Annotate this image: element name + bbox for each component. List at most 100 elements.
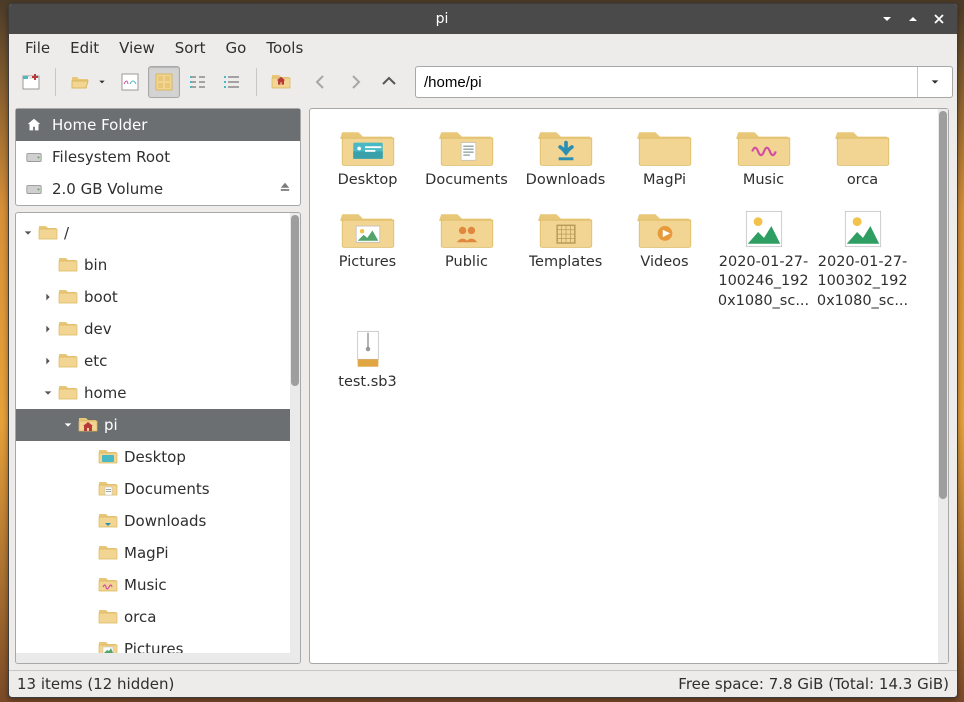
view-icons-button[interactable] (148, 66, 180, 98)
window-minimize-button[interactable] (875, 7, 899, 31)
file-item[interactable]: 2020-01-27-100246_1920x1080_sc... (714, 199, 813, 319)
tree-item-music[interactable]: Music (16, 569, 290, 601)
expander-open-icon[interactable] (58, 416, 78, 434)
status-items: 13 items (12 hidden) (17, 675, 678, 693)
scrollbar-thumb[interactable] (291, 215, 299, 386)
downloads-icon (98, 511, 118, 531)
file-item[interactable]: Public (417, 199, 516, 319)
view-compact-button[interactable] (182, 66, 214, 98)
tree-item-home[interactable]: home (16, 377, 290, 409)
nav-back-button[interactable] (305, 66, 337, 98)
folder-icon (38, 223, 58, 243)
tree-item-etc[interactable]: etc (16, 345, 290, 377)
tree-item-magpi[interactable]: MagPi (16, 537, 290, 569)
open-folder-button[interactable] (64, 66, 96, 98)
file-item-label: 2020-01-27-100246_1920x1080_sc... (716, 253, 811, 311)
directory-tree: / bin boot dev etc home pi Desktop Documents Down… (15, 212, 301, 664)
view-thumbnails-button[interactable] (114, 66, 146, 98)
tree-hscrollbar[interactable] (16, 653, 290, 663)
folder-icon (98, 543, 118, 563)
tree-item-label: Downloads (124, 512, 206, 530)
file-item[interactable]: Downloads (516, 117, 615, 199)
folder-view-body[interactable]: DesktopDocuments Downloads MagPi Music orca P… (314, 113, 938, 659)
tree-item-pi[interactable]: pi (16, 409, 290, 441)
menu-view[interactable]: View (109, 35, 165, 61)
scrollbar-thumb[interactable] (939, 111, 947, 499)
folder-icon (834, 123, 892, 171)
expander-closed-icon[interactable] (38, 288, 58, 306)
file-item[interactable]: Videos (615, 199, 714, 319)
folder-icon (58, 383, 78, 403)
menu-file[interactable]: File (15, 35, 60, 61)
menu-tools[interactable]: Tools (256, 35, 313, 61)
tree-item-bin[interactable]: bin (16, 249, 290, 281)
file-item[interactable]: test.sb3 (318, 319, 417, 401)
tree-item-desktop[interactable]: Desktop (16, 441, 290, 473)
content-vscrollbar[interactable] (938, 109, 948, 663)
image-icon (735, 205, 793, 253)
window-maximize-button[interactable] (901, 7, 925, 31)
folder-icon (636, 123, 694, 171)
places-filesystem-root[interactable]: Filesystem Root (16, 141, 300, 173)
tree-item-label: pi (104, 416, 118, 434)
go-home-button[interactable] (265, 66, 297, 98)
path-history-dropdown[interactable] (917, 67, 952, 97)
tree-item-dev[interactable]: dev (16, 313, 290, 345)
menu-go[interactable]: Go (216, 35, 257, 61)
file-item[interactable]: Pictures (318, 199, 417, 319)
tree-item-boot[interactable]: boot (16, 281, 290, 313)
tree-item-label: orca (124, 608, 156, 626)
tree-item-downloads[interactable]: Downloads (16, 505, 290, 537)
path-entry (415, 66, 953, 98)
tree-vscrollbar[interactable] (290, 213, 300, 663)
expander-closed-icon[interactable] (38, 352, 58, 370)
expander-open-icon[interactable] (38, 384, 58, 402)
nav-up-button[interactable] (373, 66, 405, 98)
folder-icon (58, 351, 78, 371)
file-item[interactable]: Music (714, 117, 813, 199)
tree-item-label: Desktop (124, 448, 186, 466)
desktop-icon (98, 447, 118, 467)
expander-open-icon[interactable] (18, 224, 38, 242)
view-list-button[interactable] (216, 66, 248, 98)
directory-tree-body[interactable]: / bin boot dev etc home pi Desktop Documents Down… (16, 213, 290, 663)
places-fsroot-label: Filesystem Root (52, 148, 170, 166)
file-item-label: test.sb3 (338, 373, 396, 393)
menu-sort[interactable]: Sort (165, 35, 216, 61)
tree-item-label: etc (84, 352, 107, 370)
file-item-label: MagPi (643, 171, 686, 191)
drive-icon (24, 179, 44, 199)
places-home-label: Home Folder (52, 116, 147, 134)
file-item-label: Pictures (339, 253, 396, 273)
path-input[interactable] (416, 74, 917, 91)
tree-item-label: home (84, 384, 127, 402)
tree-item--[interactable]: / (16, 217, 290, 249)
folder-icon (58, 287, 78, 307)
file-item[interactable]: Documents (417, 117, 516, 199)
file-item[interactable]: MagPi (615, 117, 714, 199)
file-item[interactable]: 2020-01-27-100302_1920x1080_sc... (813, 199, 912, 319)
new-tab-button[interactable] (15, 66, 47, 98)
file-item[interactable]: Desktop (318, 117, 417, 199)
music-icon (735, 123, 793, 171)
nav-forward-button[interactable] (339, 66, 371, 98)
tree-item-orca[interactable]: orca (16, 601, 290, 633)
expander-closed-icon[interactable] (38, 320, 58, 338)
file-item[interactable]: orca (813, 117, 912, 199)
pictures-icon (339, 205, 397, 253)
tree-item-label: / (64, 224, 69, 242)
eject-button[interactable] (278, 180, 292, 198)
open-folder-menu[interactable] (98, 78, 106, 86)
downloads-icon (537, 123, 595, 171)
places-home[interactable]: Home Folder (16, 109, 300, 141)
menu-edit[interactable]: Edit (60, 35, 109, 61)
file-item-label: Downloads (526, 171, 606, 191)
tree-item-label: boot (84, 288, 118, 306)
public-icon (438, 205, 496, 253)
archive-icon (339, 325, 397, 373)
window-close-button[interactable] (927, 7, 951, 31)
places-volume[interactable]: 2.0 GB Volume (16, 173, 300, 205)
file-item[interactable]: Templates (516, 199, 615, 319)
tree-item-documents[interactable]: Documents (16, 473, 290, 505)
file-item-label: Music (743, 171, 784, 191)
